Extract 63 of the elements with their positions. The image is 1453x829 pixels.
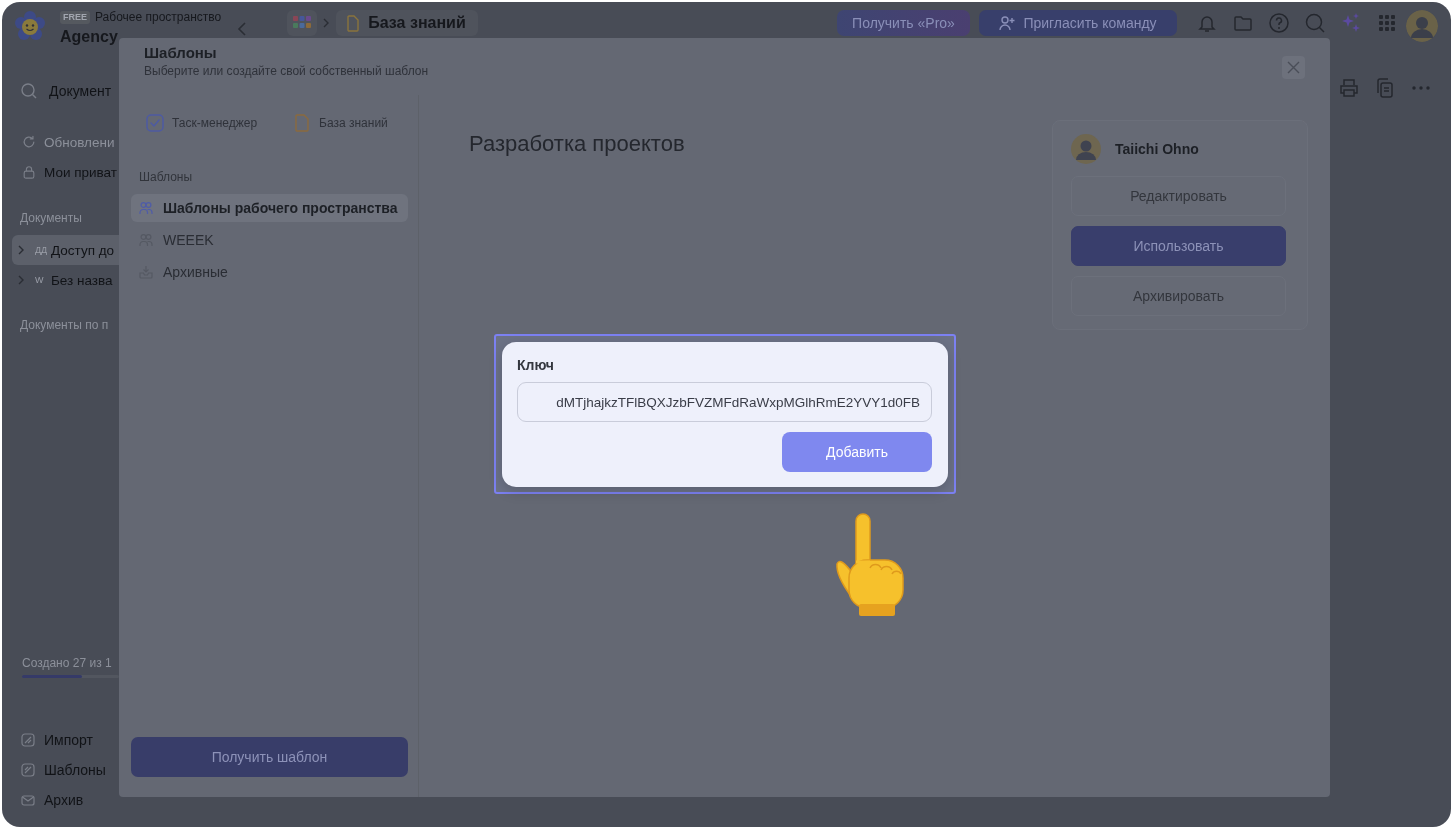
flower-logo-icon[interactable]	[14, 11, 46, 43]
people-icon	[139, 201, 153, 215]
key-input-field[interactable]: dMTjhajkzTFlBQXJzbFVZMFdRaWxpMGlhRmE2YVY1d0FB	[517, 382, 932, 422]
user-avatar-icon[interactable]	[1406, 10, 1438, 42]
pro-upgrade-button[interactable]: Получить «Pro»	[837, 10, 970, 36]
section-heading: Документы по п	[20, 318, 109, 332]
author-name: Taiichi Ohno	[1115, 141, 1199, 157]
sidebar-item[interactable]: Шаблоны	[2, 755, 106, 785]
page-tab[interactable]: База знаний	[336, 10, 478, 36]
search-field[interactable]: Документ	[2, 76, 112, 106]
dialog-subtitle: Выберите или создайте свой собственный шаблон	[144, 64, 429, 78]
chevron-left-icon[interactable]	[237, 22, 248, 36]
apps-grid-icon[interactable]	[287, 10, 318, 36]
template-action-button[interactable]: Редактировать	[1071, 176, 1286, 216]
template-title: Разработка проектов	[469, 132, 685, 156]
printer-icon[interactable]	[1338, 77, 1360, 99]
chevron-right-icon	[323, 18, 331, 28]
plan-badge: FREE	[60, 10, 90, 24]
refresh-icon	[22, 135, 36, 149]
document-icon	[346, 14, 360, 32]
search-icon	[20, 82, 38, 100]
document-icon	[293, 114, 312, 132]
sidebar-item[interactable]: Мои приват	[2, 157, 117, 187]
copy-icon[interactable]	[1374, 77, 1396, 99]
close-button[interactable]	[1282, 56, 1305, 79]
sidebar-item[interactable]: Архив	[2, 785, 106, 815]
workspace-name[interactable]: Agency	[60, 28, 118, 46]
document-prefix: ДД	[35, 245, 49, 255]
source-tab[interactable]: Таск-менеджер	[131, 109, 273, 137]
document-tree-item[interactable]: ДД Доступ до	[12, 235, 119, 265]
template-action-button[interactable]: Архивировать	[1071, 276, 1286, 316]
usage-label: Создано 27 из 1	[22, 656, 112, 670]
sidebar-item[interactable]: Обновлени	[2, 127, 115, 157]
grid-dots-icon[interactable]	[1376, 12, 1398, 34]
sidebar-item[interactable]: Импорт	[2, 725, 106, 755]
get-template-button[interactable]: Получить шаблон	[131, 737, 408, 777]
pointing-hand-icon	[835, 510, 907, 618]
key-label: Ключ	[517, 356, 554, 374]
invite-team-button[interactable]: Пригласить команду	[979, 10, 1177, 36]
help-icon[interactable]	[1268, 12, 1290, 34]
envelope-icon	[21, 793, 35, 807]
workspace-label: Рабочее пространство	[95, 10, 222, 24]
document-tree-item[interactable]: W Без назва	[12, 265, 119, 295]
chevron-right-icon[interactable]	[18, 245, 25, 255]
document-prefix: W	[35, 275, 45, 285]
template-list-item[interactable]: Архивные	[131, 258, 408, 286]
source-tab[interactable]: База знаний	[278, 109, 403, 137]
checkbox-icon	[146, 114, 164, 132]
lock-icon	[22, 165, 36, 179]
import-icon	[21, 733, 35, 747]
template-list-item[interactable]: Шаблоны рабочего пространства	[131, 194, 408, 222]
use-template-button[interactable]: Использовать	[1071, 226, 1286, 266]
dialog-title: Шаблоны	[144, 44, 217, 62]
template-list-item[interactable]: WEEEK	[131, 226, 408, 254]
template-icon	[21, 763, 35, 777]
add-button[interactable]: Добавить	[782, 432, 932, 472]
close-icon	[1287, 61, 1300, 74]
chevron-right-icon[interactable]	[18, 275, 25, 285]
search-icon[interactable]	[1304, 12, 1326, 34]
section-heading: Шаблоны	[139, 170, 193, 184]
author-avatar-icon	[1071, 134, 1101, 164]
section-heading: Документы	[20, 211, 82, 225]
user-plus-icon	[999, 15, 1016, 31]
